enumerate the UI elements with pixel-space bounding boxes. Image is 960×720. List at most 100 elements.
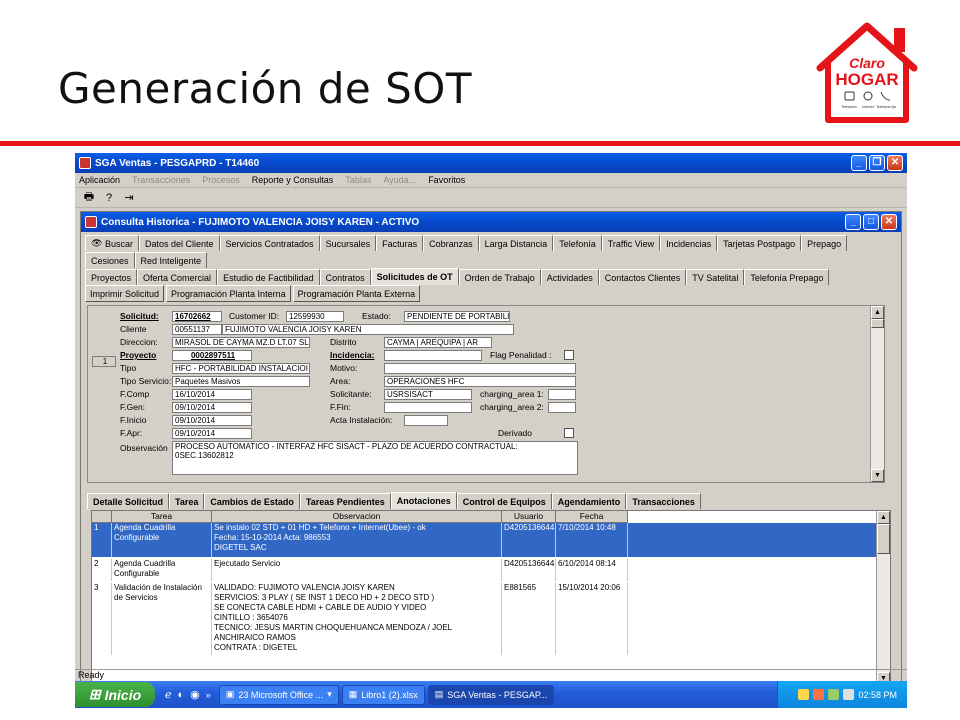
- area-field[interactable]: OPERACIONES HFC: [384, 376, 576, 387]
- subtab-control-equipos[interactable]: Control de Equipos: [456, 493, 552, 509]
- app-titlebar[interactable]: SGA Ventas - PESGAPRD - T14460 _ ❐ ✕: [75, 153, 907, 173]
- subtab-transacciones[interactable]: Transacciones: [626, 493, 701, 509]
- tab-prepago[interactable]: Prepago: [801, 235, 848, 251]
- tab-red-inteligente[interactable]: Red Inteligente: [134, 252, 208, 268]
- incidencia-label[interactable]: Incidencia:: [330, 350, 374, 360]
- tab-buscar[interactable]: 👁 Buscar: [85, 235, 139, 251]
- tab-facturas[interactable]: Facturas: [376, 235, 424, 251]
- tray-icon[interactable]: [828, 689, 840, 700]
- tray-icon[interactable]: [798, 689, 810, 700]
- menu-reporte-consultas[interactable]: Reporte y Consultas: [252, 175, 334, 185]
- scroll-up-icon[interactable]: ▲: [871, 306, 884, 319]
- row-counter[interactable]: 1: [92, 356, 116, 367]
- restore-button[interactable]: ❐: [869, 155, 885, 171]
- question-icon[interactable]: ?: [101, 190, 117, 206]
- planta-interna-button[interactable]: Programación Planta Interna: [166, 285, 291, 302]
- cliente-nombre-field[interactable]: FUJIMOTO VALENCIA JOISY KAREN: [222, 324, 514, 335]
- tab-sucursales[interactable]: Sucursales: [319, 235, 377, 251]
- tray-icon[interactable]: [843, 689, 855, 700]
- charging-area-2-field[interactable]: [548, 402, 576, 413]
- tab-traffic-view[interactable]: Traffic View: [601, 235, 661, 251]
- taskbar-sga[interactable]: ▤ SGA Ventas - PESGAP...: [427, 684, 555, 705]
- col-usuario[interactable]: Usuario: [502, 511, 556, 523]
- inner-maximize-button[interactable]: □: [863, 214, 879, 230]
- fgen-field[interactable]: 09/10/2014: [172, 402, 252, 413]
- taskbar-office[interactable]: ▣ 23 Microsoft Office ... ▾: [218, 684, 339, 705]
- tab-contratos[interactable]: Contratos: [319, 269, 371, 285]
- subtab-tarea[interactable]: Tarea: [169, 493, 205, 509]
- tab-solicitudes-ot[interactable]: Solicitudes de OT: [370, 268, 459, 285]
- motivo-field[interactable]: [384, 363, 576, 374]
- quicklaunch-desktop-icon[interactable]: ◐: [178, 689, 185, 701]
- observacion-field[interactable]: PROCESO AUTOMATICO - INTERFAZ HFC SISACT…: [172, 441, 578, 475]
- printer-icon[interactable]: 🖶: [81, 190, 97, 206]
- tab-incidencias[interactable]: Incidencias: [660, 235, 718, 251]
- table-row[interactable]: 3 Validación de Instalación de Servicios…: [92, 583, 876, 655]
- estado-field[interactable]: PENDIENTE DE PORTABILII: [404, 311, 510, 322]
- tab-oferta-comercial[interactable]: Oferta Comercial: [137, 269, 218, 285]
- col-observacion[interactable]: Observacion: [212, 511, 502, 523]
- derivado-checkbox[interactable]: [564, 428, 574, 438]
- exit-icon[interactable]: ⇥: [121, 190, 137, 206]
- table-row[interactable]: 1 Agenda Cuadrilla Configurable Se insta…: [92, 523, 876, 557]
- solicitante-field[interactable]: USRSISACT: [384, 389, 472, 400]
- tipo-field[interactable]: HFC - PORTABILIDAD INSTALACIOI: [172, 363, 310, 374]
- tab-telefonia[interactable]: Telefonía: [553, 235, 602, 251]
- inner-titlebar[interactable]: Consulta Historica - FUJIMOTO VALENCIA J…: [81, 212, 901, 232]
- subtab-anotaciones[interactable]: Anotaciones: [390, 492, 457, 509]
- flag-penalidad-checkbox[interactable]: [564, 350, 574, 360]
- quicklaunch-more-icon[interactable]: »: [206, 690, 211, 700]
- subtab-agendamiento[interactable]: Agendamiento: [551, 493, 627, 509]
- grid-scrollbar[interactable]: ▲ ▼: [876, 511, 890, 685]
- ffin-field[interactable]: [384, 402, 472, 413]
- acta-instalacion-field[interactable]: [404, 415, 448, 426]
- menu-aplicacion[interactable]: Aplicación: [79, 175, 120, 185]
- menu-ayuda[interactable]: Ayuda...: [383, 175, 416, 185]
- table-row[interactable]: 2 Agenda Cuadrilla Configurable Ejecutad…: [92, 559, 876, 581]
- menu-procesos[interactable]: Procesos: [202, 175, 240, 185]
- start-button[interactable]: ⊞ Inicio: [75, 682, 155, 707]
- quicklaunch-media-icon[interactable]: ◉: [190, 688, 200, 701]
- tab-larga-distancia[interactable]: Larga Distancia: [478, 235, 554, 251]
- incidencia-field[interactable]: [384, 350, 482, 361]
- grid-scroll-thumb[interactable]: [877, 524, 890, 554]
- imprimir-solicitud-button[interactable]: Imprimir Solicitud: [85, 285, 165, 302]
- tab-orden-trabajo[interactable]: Orden de Trabajo: [458, 269, 541, 285]
- fapr-field[interactable]: 09/10/2014: [172, 428, 252, 439]
- tab-estudio-factibilidad[interactable]: Estudio de Factibilidad: [217, 269, 320, 285]
- finicio-field[interactable]: 09/10/2014: [172, 415, 252, 426]
- tab-cesiones[interactable]: Cesiones: [85, 252, 135, 268]
- proyecto-field[interactable]: 0002897511: [172, 350, 252, 361]
- menu-transacciones[interactable]: Transacciones: [132, 175, 190, 185]
- tab-tarjetas-postpago[interactable]: Tarjetas Postpago: [717, 235, 802, 251]
- tab-proyectos[interactable]: Proyectos: [85, 269, 138, 285]
- planta-externa-button[interactable]: Programación Planta Externa: [292, 285, 421, 302]
- inner-close-button[interactable]: ✕: [881, 214, 897, 230]
- direccion-field[interactable]: MIRASOL DE CAYMA MZ.D LT.07 SL: [172, 337, 310, 348]
- tab-cobranzas[interactable]: Cobranzas: [423, 235, 479, 251]
- tab-telefonia-prepago[interactable]: Telefonía Prepago: [744, 269, 830, 285]
- minimize-button[interactable]: _: [851, 155, 867, 171]
- distrito-field[interactable]: CAYMA | AREQUIPA | AR: [384, 337, 492, 348]
- form-scroll-thumb[interactable]: [871, 319, 884, 328]
- tab-datos-cliente[interactable]: Datos del Cliente: [138, 235, 220, 251]
- menu-tablas[interactable]: Tablas: [345, 175, 371, 185]
- fcomp-field[interactable]: 16/10/2014: [172, 389, 252, 400]
- close-button[interactable]: ✕: [887, 155, 903, 171]
- customer-field[interactable]: 12599930: [286, 311, 344, 322]
- col-fecha[interactable]: Fecha: [556, 511, 628, 523]
- tray-icon[interactable]: [813, 689, 825, 700]
- taskbar-excel[interactable]: ▦ Libro1 (2).xlsx: [341, 684, 425, 705]
- form-scrollbar[interactable]: ▲ ▼: [870, 306, 884, 482]
- clock[interactable]: 02:58 PM: [858, 690, 897, 700]
- scroll-down-icon[interactable]: ▼: [871, 469, 884, 482]
- tab-contactos-clientes[interactable]: Contactos Clientes: [598, 269, 687, 285]
- tab-tv-satelital[interactable]: TV Satelital: [686, 269, 745, 285]
- inner-minimize-button[interactable]: _: [845, 214, 861, 230]
- solicitud-field[interactable]: 16702662: [172, 311, 222, 322]
- subtab-cambios-estado[interactable]: Cambios de Estado: [204, 493, 300, 509]
- proyecto-label[interactable]: Proyecto: [120, 350, 156, 360]
- col-tarea[interactable]: Tarea: [112, 511, 212, 523]
- charging-area-1-field[interactable]: [548, 389, 576, 400]
- menu-favoritos[interactable]: Favoritos: [428, 175, 465, 185]
